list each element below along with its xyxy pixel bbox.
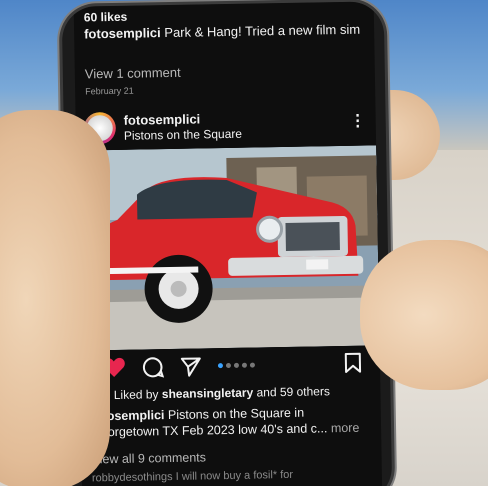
- hand-left: [0, 110, 110, 486]
- more-vertical-icon[interactable]: ⋮: [350, 113, 366, 130]
- phone: 60 likes fotosemplici Park & Hang! Tried…: [61, 1, 393, 486]
- prev-post-view-comments[interactable]: View 1 comment: [85, 65, 181, 82]
- liked-by-prefix: Liked by: [113, 387, 159, 402]
- carousel-indicator: [217, 362, 255, 369]
- prev-post-likes[interactable]: 60 likes: [84, 10, 128, 25]
- post-header: fotosemplici Pistons on the Square ⋮: [83, 105, 372, 146]
- photo-scene: 60 likes fotosemplici Park & Hang! Tried…: [0, 0, 488, 486]
- post-actions: [80, 349, 380, 382]
- comment-preview: robbydesothings I will now buy a fosil* …: [91, 468, 294, 485]
- liked-by-user[interactable]: sheansingletary: [162, 386, 254, 402]
- carousel-dot: [249, 362, 255, 368]
- post-more-link[interactable]: more: [331, 421, 360, 435]
- prev-post-caption-text: Park & Hang! Tried a new film sim recipe…: [164, 21, 364, 41]
- post-location[interactable]: Pistons on the Square: [124, 127, 242, 143]
- hand-right: [360, 240, 488, 390]
- truck-photo: [76, 145, 380, 351]
- prev-post-caption-user[interactable]: fotosemplici: [84, 25, 161, 41]
- carousel-dot: [217, 363, 223, 369]
- carousel-dot: [225, 362, 231, 369]
- prev-post-caption: fotosemplici Park & Hang! Tried a new fi…: [84, 22, 364, 42]
- prev-post-date: February 21: [85, 85, 134, 97]
- post-caption: fotosemplici Pistons on the Square in Ge…: [91, 404, 362, 441]
- bookmark-icon[interactable]: [344, 352, 362, 374]
- post-photo[interactable]: [76, 145, 380, 351]
- view-all-comments[interactable]: View all 9 comments: [91, 450, 206, 466]
- carousel-dot: [233, 362, 239, 368]
- post-username[interactable]: fotosemplici: [124, 111, 201, 127]
- liked-by: Liked by sheansingletary and 59 others: [90, 384, 330, 404]
- liked-by-suffix[interactable]: and 59 others: [256, 384, 330, 399]
- instagram-feed-screen: 60 likes fotosemplici Park & Hang! Tried…: [73, 1, 383, 486]
- comment-icon[interactable]: [142, 356, 165, 378]
- send-icon[interactable]: [180, 355, 202, 377]
- carousel-dot: [241, 362, 247, 368]
